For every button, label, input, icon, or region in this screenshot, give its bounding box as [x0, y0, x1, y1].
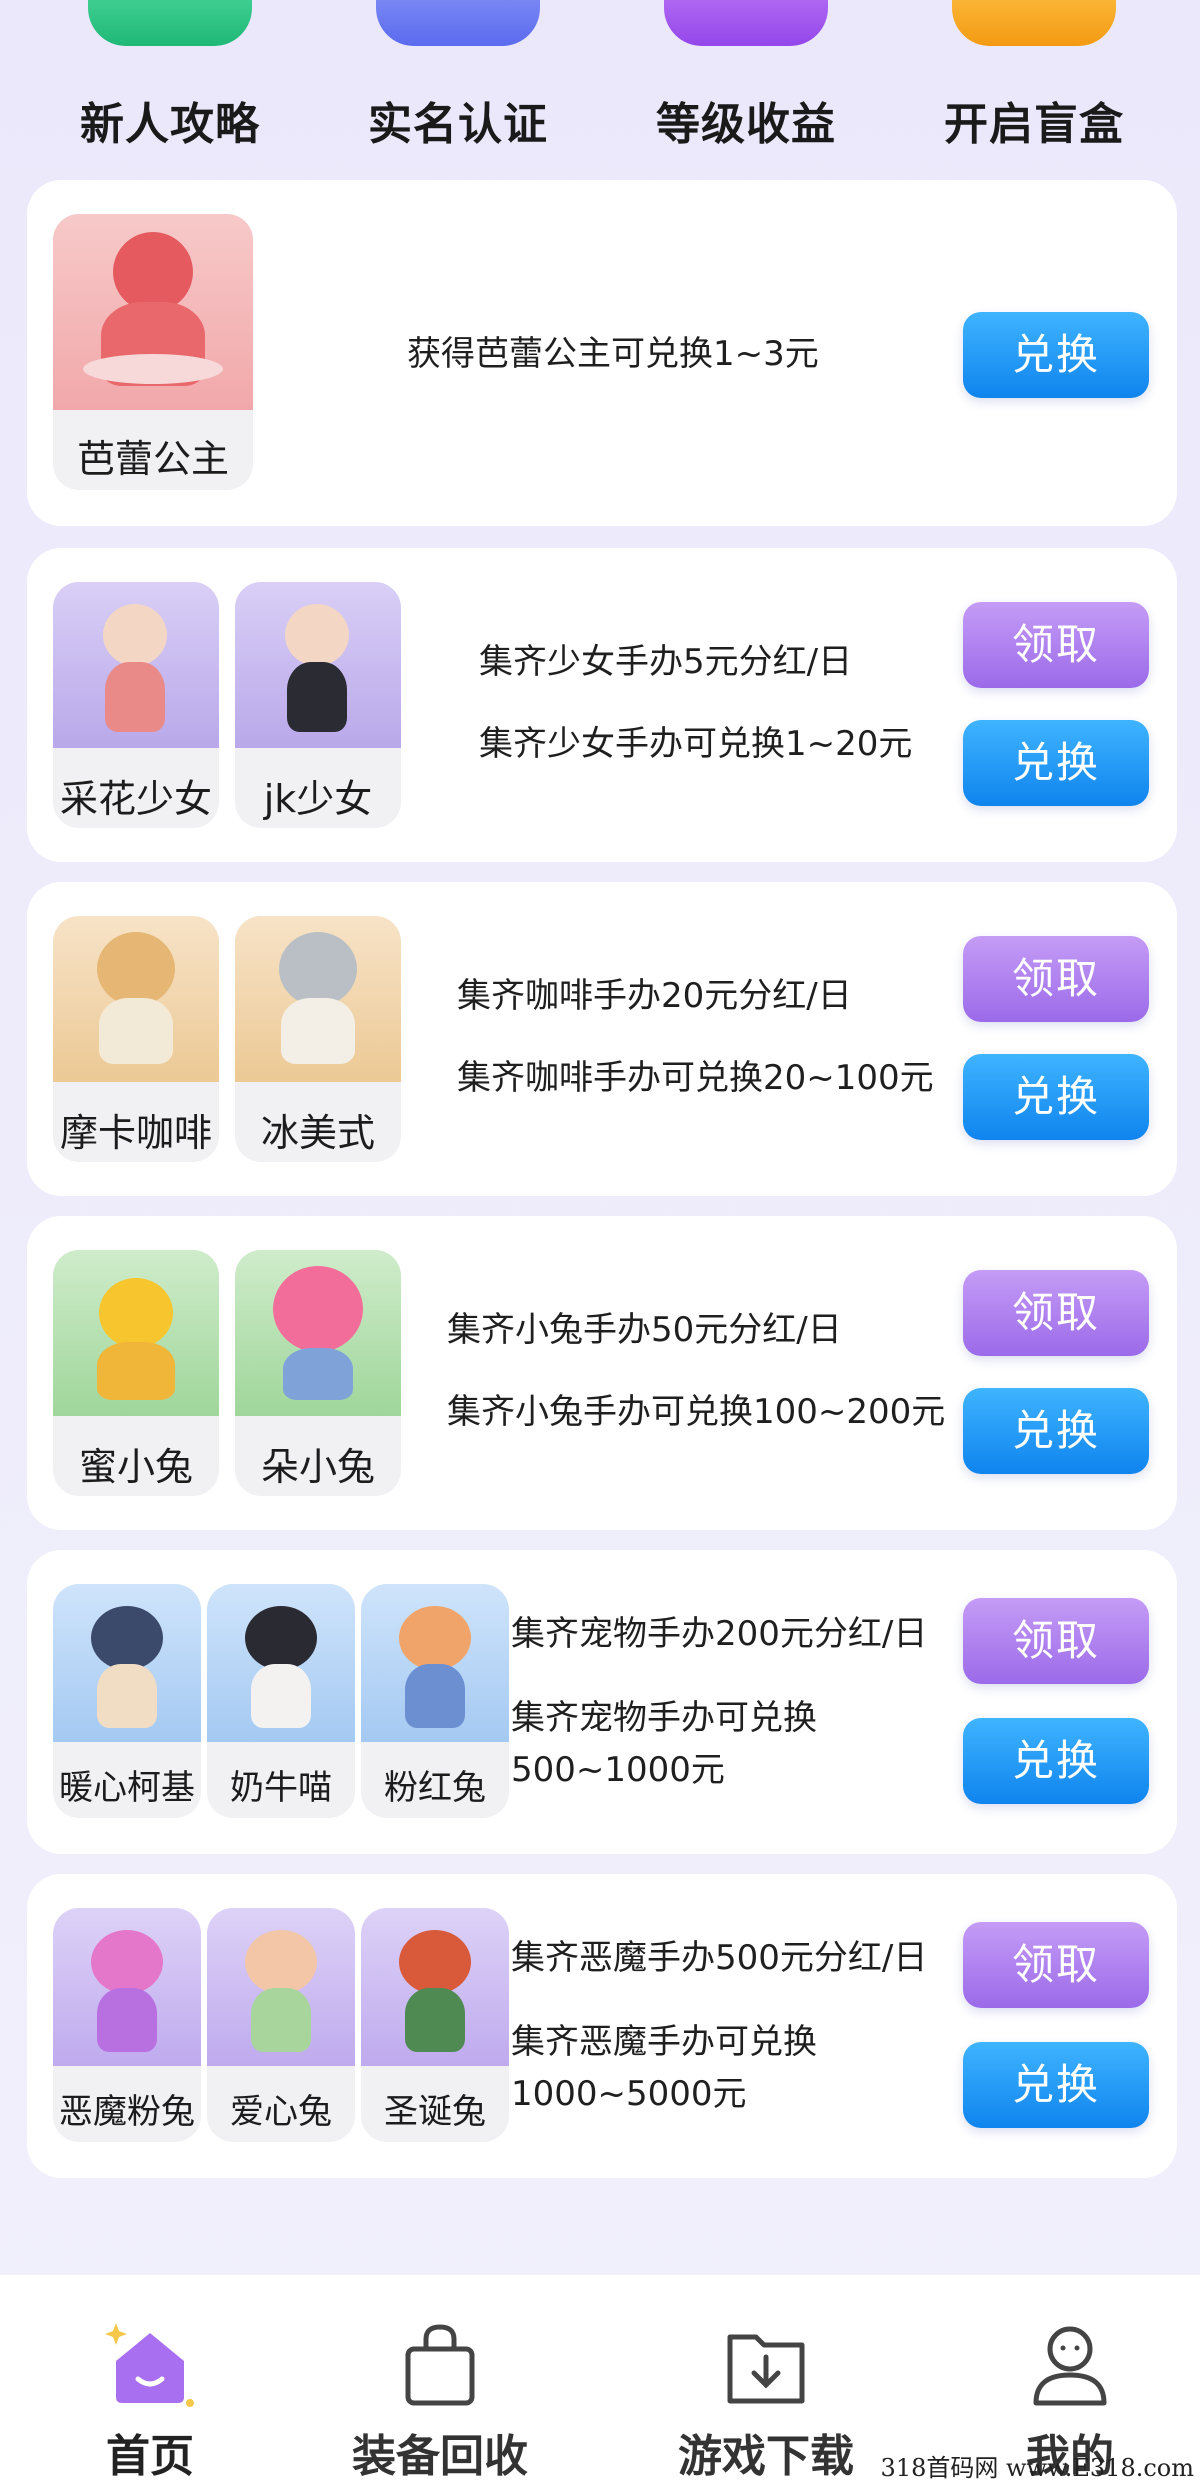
figure-image: [53, 1584, 201, 1742]
figure-name: 粉红兔: [384, 1768, 486, 1808]
figure-image: [235, 582, 401, 748]
download-folder-icon: [727, 2334, 805, 2404]
exchange-button[interactable]: 兑换: [963, 1388, 1149, 1474]
card-exchange-text: 集齐咖啡手办可兑换20~100元: [457, 1058, 934, 1098]
card-dividend-text: 集齐咖啡手办20元分红/日: [457, 976, 852, 1016]
exchange-button[interactable]: 兑换: [963, 312, 1149, 398]
claim-button[interactable]: 领取: [963, 602, 1149, 688]
quick-nav-label: 开启盲盒: [944, 99, 1124, 150]
watermark-text: 318首码网 www.E318.com: [880, 2454, 1194, 2482]
card-exchange-text: 集齐宠物手办可兑换: [511, 1698, 817, 1738]
figure-name: 采花少女: [59, 777, 212, 821]
figure-tile[interactable]: 爱心兔: [207, 1908, 355, 2142]
figure-name: 恶魔粉兔: [59, 2092, 195, 2132]
claim-button[interactable]: 领取: [963, 1270, 1149, 1356]
claim-button[interactable]: 领取: [963, 1922, 1149, 2008]
figure-image: [361, 1584, 509, 1742]
figure-image: [207, 1584, 355, 1742]
tab-equipment-recycle[interactable]: 装备回收: [290, 2275, 590, 2491]
quick-nav-label: 等级收益: [656, 99, 836, 150]
figure-tile[interactable]: 朵小兔: [235, 1250, 401, 1496]
card-exchange-range-text: 500~1000元: [511, 1750, 725, 1790]
figure-tile[interactable]: 采花少女: [53, 582, 219, 828]
tab-home[interactable]: 首页: [0, 2275, 300, 2491]
tab-label: 装备回收: [352, 2431, 528, 2482]
figure-name: jk少女: [263, 777, 373, 821]
tab-label: 首页: [106, 2431, 194, 2482]
figure-tile[interactable]: 芭蕾公主: [53, 214, 253, 490]
figure-tile[interactable]: 奶牛喵: [207, 1584, 355, 1818]
quick-nav-label: 实名认证: [368, 99, 548, 150]
quick-nav-guide[interactable]: 新人攻略: [60, 0, 280, 170]
figure-tile[interactable]: 摩卡咖啡: [53, 916, 219, 1162]
figure-tile[interactable]: 粉红兔: [361, 1584, 509, 1818]
figure-name: 芭蕾公主: [76, 437, 229, 481]
tab-label: 游戏下载: [678, 2431, 854, 2482]
exchange-button[interactable]: 兑换: [963, 720, 1149, 806]
quick-nav-id-verify[interactable]: 实名认证: [348, 0, 568, 170]
card-description: 获得芭蕾公主可兑换1~3元: [407, 334, 819, 374]
card-exchange-range-text: 1000~5000元: [511, 2074, 747, 2114]
figure-image: [53, 1250, 219, 1416]
figure-tile[interactable]: jk少女: [235, 582, 401, 828]
figure-name: 奶牛喵: [230, 1768, 332, 1808]
reward-card-ballet: 芭蕾公主 获得芭蕾公主可兑换1~3元 兑换: [27, 180, 1177, 526]
reward-card-bunny: 蜜小兔 朵小兔 集齐小兔手办50元分红/日 集齐小兔手办可兑换100~200元 …: [27, 1216, 1177, 1530]
tab-game-download[interactable]: 游戏下载: [616, 2275, 916, 2491]
card-dividend-text: 集齐小兔手办50元分红/日: [447, 1310, 842, 1350]
card-dividend-text: 集齐宠物手办200元分红/日: [511, 1614, 928, 1654]
figure-tile[interactable]: 冰美式: [235, 916, 401, 1162]
level-earnings-icon: [664, 0, 828, 46]
shopping-bag-icon: [405, 2324, 475, 2406]
reward-card-pets: 暖心柯基 奶牛喵 粉红兔 集齐宠物手办200元分红/日 集齐宠物手办可兑换 50…: [27, 1550, 1177, 1854]
quick-nav: 新人攻略 实名认证 等级收益 开启盲盒: [0, 0, 1200, 170]
figure-image: [53, 1908, 201, 2066]
card-exchange-text: 集齐小兔手办可兑换100~200元: [447, 1392, 946, 1432]
home-icon: [105, 2323, 194, 2407]
quick-nav-blind-box[interactable]: 开启盲盒: [924, 0, 1144, 170]
exchange-button[interactable]: 兑换: [963, 2042, 1149, 2128]
figure-tile[interactable]: 暖心柯基: [53, 1584, 201, 1818]
blind-box-icon: [952, 0, 1116, 46]
figure-name: 摩卡咖啡: [59, 1111, 212, 1155]
figure-tile[interactable]: 恶魔粉兔: [53, 1908, 201, 2142]
reward-card-coffee: 摩卡咖啡 冰美式 集齐咖啡手办20元分红/日 集齐咖啡手办可兑换20~100元 …: [27, 882, 1177, 1196]
id-verify-icon: [376, 0, 540, 46]
figure-name: 爱心兔: [230, 2092, 332, 2132]
reward-card-devil: 恶魔粉兔 爱心兔 圣诞兔 集齐恶魔手办500元分红/日 集齐恶魔手办可兑换 10…: [27, 1874, 1177, 2178]
figure-name: 朵小兔: [260, 1445, 375, 1489]
quick-nav-level-earnings[interactable]: 等级收益: [636, 0, 856, 170]
reward-card-girls: 采花少女 jk少女 集齐少女手办5元分红/日 集齐少女手办可兑换1~20元 领取…: [27, 548, 1177, 862]
figure-name: 圣诞兔: [384, 2092, 486, 2132]
figure-name: 暖心柯基: [59, 1768, 195, 1808]
card-exchange-text: 集齐恶魔手办可兑换: [511, 2022, 817, 2062]
figure-name: 蜜小兔: [78, 1445, 193, 1489]
user-profile-icon: [1033, 2326, 1107, 2406]
quick-nav-label: 新人攻略: [80, 99, 260, 150]
card-dividend-text: 集齐少女手办5元分红/日: [479, 642, 853, 682]
claim-button[interactable]: 领取: [963, 1598, 1149, 1684]
card-dividend-text: 集齐恶魔手办500元分红/日: [511, 1938, 928, 1978]
figure-tile[interactable]: 蜜小兔: [53, 1250, 219, 1496]
figure-image: [235, 916, 401, 1082]
figure-tile[interactable]: 圣诞兔: [361, 1908, 509, 2142]
figure-image: [235, 1250, 401, 1416]
card-exchange-text: 集齐少女手办可兑换1~20元: [479, 724, 913, 764]
guide-icon: [88, 0, 252, 46]
figure-image: [53, 214, 253, 410]
claim-button[interactable]: 领取: [963, 936, 1149, 1022]
exchange-button[interactable]: 兑换: [963, 1054, 1149, 1140]
figure-image: [53, 916, 219, 1082]
figure-image: [53, 582, 219, 748]
exchange-button[interactable]: 兑换: [963, 1718, 1149, 1804]
figure-image: [207, 1908, 355, 2066]
figure-name: 冰美式: [260, 1111, 375, 1155]
figure-image: [361, 1908, 509, 2066]
bottom-tab-bar: 首页 装备回收 游戏下载 我的 318首码网 www.E318.com: [0, 2275, 1200, 2491]
